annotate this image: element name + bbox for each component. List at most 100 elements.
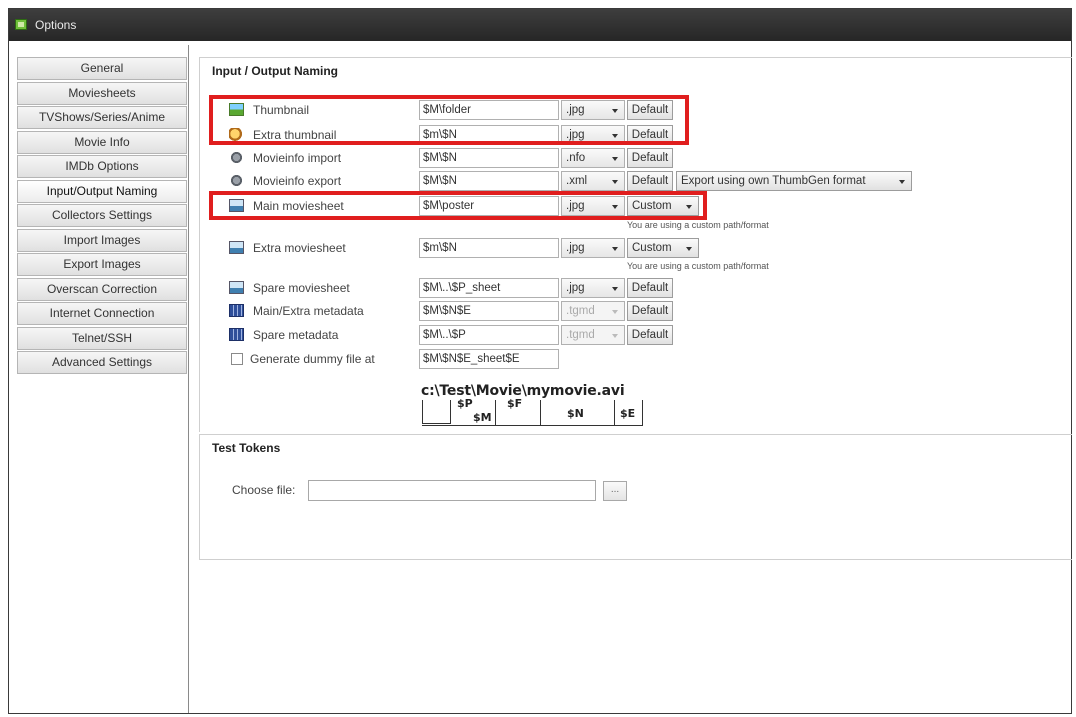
thumbnail-path-input[interactable]: $M\folder (419, 100, 559, 120)
options-nav: General Moviesheets TVShows/Series/Anime… (17, 57, 187, 376)
export-format-select[interactable]: Export using own ThumbGen format (676, 171, 912, 191)
dropdown-arrow-icon (612, 287, 618, 291)
nav-item-internet-connection[interactable]: Internet Connection (17, 302, 187, 325)
main-extra-metadata-ext-select: .tgmd (561, 301, 625, 321)
spare-moviesheet-ext-select[interactable]: .jpg (561, 278, 625, 298)
extra-thumbnail-default-button[interactable]: Default (627, 125, 673, 145)
browse-button[interactable]: ... (603, 481, 627, 501)
metadata-icon (229, 304, 244, 317)
movieinfo-import-default-button[interactable]: Default (627, 148, 673, 168)
window-title: Options (35, 18, 77, 32)
spare-moviesheet-ext-value: .jpg (566, 282, 585, 294)
nav-item-moviesheets[interactable]: Moviesheets (17, 81, 187, 105)
extra-thumbnail-icon (229, 128, 244, 141)
extra-moviesheet-note: You are using a custom path/format (627, 261, 769, 271)
spare-metadata-path-input[interactable]: $M\..\$P (419, 325, 559, 345)
row-spare-metadata: Spare metadata $M\..\$P .tgmd Default (200, 324, 920, 346)
dropdown-arrow-icon (612, 310, 618, 314)
nav-item-import-images[interactable]: Import Images (17, 228, 187, 252)
token-e: $E (620, 407, 636, 420)
extra-moviesheet-label: Extra moviesheet (253, 241, 346, 255)
row-extra-moviesheet: Extra moviesheet $m\$N .jpg Custom (200, 237, 920, 259)
options-window: Options General Moviesheets TVShows/Seri… (8, 8, 1072, 714)
extra-moviesheet-custom-button[interactable]: Custom (627, 238, 699, 258)
metadata-icon (229, 328, 244, 341)
movieinfo-import-label: Movieinfo import (253, 151, 342, 165)
choose-file-label: Choose file: (232, 483, 296, 497)
nav-item-imdb-options[interactable]: IMDb Options (17, 155, 187, 178)
extra-moviesheet-path-input[interactable]: $m\$N (419, 238, 559, 258)
io-naming-title: Input / Output Naming (212, 64, 342, 78)
token-p: $P (457, 397, 473, 410)
dropdown-arrow-icon (612, 205, 618, 209)
dropdown-arrow-icon (686, 247, 692, 251)
export-format-value: Export using own ThumbGen format (681, 175, 866, 187)
main-extra-metadata-label: Main/Extra metadata (253, 304, 364, 318)
nav-item-overscan-correction[interactable]: Overscan Correction (17, 277, 187, 301)
extra-moviesheet-custom-label: Custom (632, 242, 672, 254)
thumbnail-default-button[interactable]: Default (627, 100, 673, 120)
nav-item-collectors-settings[interactable]: Collectors Settings (17, 204, 187, 227)
movieinfo-export-default-button[interactable]: Default (627, 171, 673, 191)
dropdown-arrow-icon (612, 134, 618, 138)
spare-moviesheet-path-input[interactable]: $M\..\$P_sheet (419, 278, 559, 298)
nav-item-telnet-ssh[interactable]: Telnet/SSH (17, 326, 187, 350)
dummy-file-checkbox[interactable] (231, 353, 243, 365)
main-moviesheet-custom-label: Custom (632, 200, 672, 212)
example-path: c:\Test\Movie\mymovie.avi (421, 383, 625, 399)
main-moviesheet-ext-value: .jpg (566, 200, 585, 212)
extra-thumbnail-path-input[interactable]: $m\$N (419, 125, 559, 145)
nav-item-export-images[interactable]: Export Images (17, 253, 187, 276)
main-extra-metadata-path-input[interactable]: $M\$N$E (419, 301, 559, 321)
spare-moviesheet-default-button[interactable]: Default (627, 278, 673, 298)
nav-item-movie-info[interactable]: Movie Info (17, 130, 187, 154)
choose-file-input[interactable] (308, 480, 596, 501)
dropdown-arrow-icon (612, 157, 618, 161)
nav-item-input-output-naming[interactable]: Input/Output Naming (17, 179, 187, 203)
nav-divider (188, 45, 189, 713)
spare-metadata-default-button[interactable]: Default (627, 325, 673, 345)
thumbnail-label: Thumbnail (253, 103, 310, 117)
main-moviesheet-label: Main moviesheet (253, 199, 344, 213)
movieinfo-import-ext-select[interactable]: .nfo (561, 148, 625, 168)
moviesheet-icon (229, 241, 244, 254)
spare-metadata-label: Spare metadata (253, 328, 339, 342)
movieinfo-export-ext-select[interactable]: .xml (561, 171, 625, 191)
thumbnail-ext-select[interactable]: .jpg (561, 100, 625, 120)
token-m: $M (473, 411, 492, 424)
extra-thumbnail-ext-select[interactable]: .jpg (561, 125, 625, 145)
movieinfo-export-label: Movieinfo export (253, 174, 342, 188)
nav-item-advanced-settings[interactable]: Advanced Settings (17, 351, 187, 374)
picture-icon (229, 103, 244, 116)
dummy-file-label: Generate dummy file at (250, 352, 375, 366)
movieinfo-export-ext-value: .xml (566, 175, 588, 187)
row-main-extra-metadata: Main/Extra metadata $M\$N$E .tgmd Defaul… (200, 300, 920, 322)
main-extra-metadata-default-button[interactable]: Default (627, 301, 673, 321)
main-moviesheet-custom-button[interactable]: Custom (627, 196, 699, 216)
gear-icon (229, 151, 244, 164)
row-thumbnail: Thumbnail $M\folder .jpg Default (200, 99, 900, 121)
io-naming-group: Input / Output Naming Thumbnail $M\folde… (199, 57, 1072, 432)
title-bar: Options (9, 9, 1071, 41)
thumbnail-ext-value: .jpg (566, 104, 585, 116)
row-dummy-file: Generate dummy file at $M\$N$E_sheet$E (200, 348, 920, 370)
moviesheet-icon (229, 281, 244, 294)
main-moviesheet-path-input[interactable]: $M\poster (419, 196, 559, 216)
nav-item-general[interactable]: General (17, 57, 187, 80)
row-movieinfo-export: Movieinfo export $M\$N .xml Default Expo… (200, 170, 920, 192)
dropdown-arrow-icon (612, 247, 618, 251)
movieinfo-import-ext-value: .nfo (566, 152, 586, 164)
test-tokens-title: Test Tokens (212, 441, 285, 455)
spare-moviesheet-label: Spare moviesheet (253, 281, 350, 295)
main-moviesheet-ext-select[interactable]: .jpg (561, 196, 625, 216)
dummy-file-path-input[interactable]: $M\$N$E_sheet$E (419, 349, 559, 369)
movieinfo-import-path-input[interactable]: $M\$N (419, 148, 559, 168)
gear-icon (229, 174, 244, 187)
movieinfo-export-path-input[interactable]: $M\$N (419, 171, 559, 191)
row-extra-thumbnail: Extra thumbnail $m\$N .jpg Default (200, 124, 900, 146)
extra-thumbnail-ext-value: .jpg (566, 129, 585, 141)
extra-moviesheet-ext-value: .jpg (566, 242, 585, 254)
nav-item-tvshows[interactable]: TVShows/Series/Anime (17, 106, 187, 129)
extra-moviesheet-ext-select[interactable]: .jpg (561, 238, 625, 258)
dropdown-arrow-icon (686, 205, 692, 209)
